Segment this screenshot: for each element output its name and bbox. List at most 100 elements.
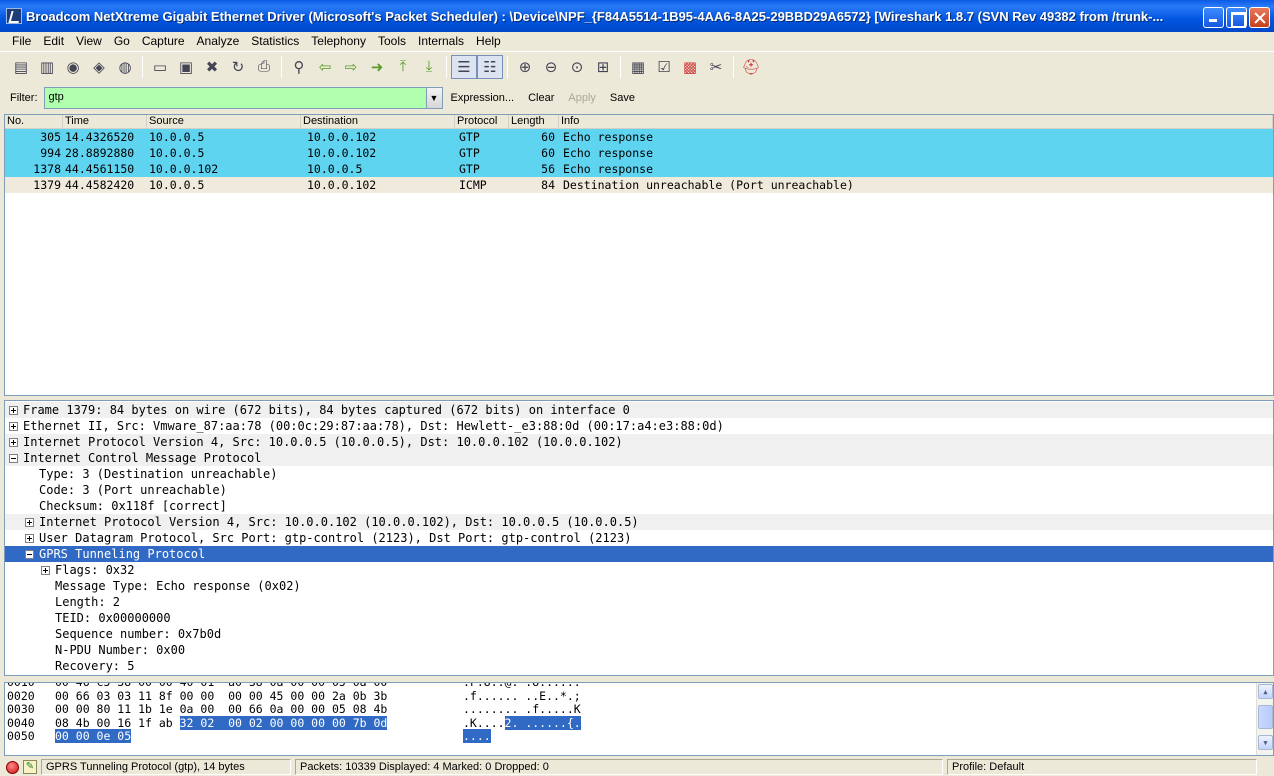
start-capture-icon[interactable]: ◉: [60, 55, 86, 79]
expand-icon[interactable]: [25, 517, 34, 527]
menu-view[interactable]: View: [70, 34, 108, 48]
filter-input[interactable]: gtp: [43, 87, 427, 109]
open-file-icon[interactable]: ▭: [147, 55, 173, 79]
detail-tree-item[interactable]: Sequence number: 0x7b0d: [5, 626, 1273, 642]
go-forward-icon[interactable]: ⇨: [338, 55, 364, 79]
detail-tree-item[interactable]: Recovery: 5: [5, 658, 1273, 674]
go-last-icon[interactable]: ⤓: [416, 55, 442, 79]
collapse-icon[interactable]: [9, 453, 18, 463]
menu-statistics[interactable]: Statistics: [245, 34, 305, 48]
detail-tree-item[interactable]: User Datagram Protocol, Src Port: gtp-co…: [5, 530, 1273, 546]
column-header-info[interactable]: Info: [559, 115, 1273, 128]
menu-go[interactable]: Go: [108, 34, 136, 48]
expand-icon[interactable]: [41, 565, 50, 575]
help-icon[interactable]: ⛑: [738, 55, 764, 79]
detail-tree-item[interactable]: Checksum: 0x118f [correct]: [5, 498, 1273, 514]
save-file-icon[interactable]: ▣: [173, 55, 199, 79]
hex-ascii[interactable]: ........ .f.....K: [463, 702, 581, 717]
go-first-icon[interactable]: ⤒: [390, 55, 416, 79]
menu-file[interactable]: File: [6, 34, 37, 48]
expand-icon[interactable]: [25, 533, 34, 543]
preferences-icon[interactable]: ✂: [703, 55, 729, 79]
zoom-in-icon[interactable]: ⊕: [512, 55, 538, 79]
packet-row[interactable]: 1378 44.4561150 10.0.0.102 10.0.0.5 GTP 56 Ech…: [5, 161, 1273, 177]
scroll-thumb[interactable]: [1258, 705, 1273, 729]
expand-icon[interactable]: [9, 437, 18, 447]
save-filter-button[interactable]: Save: [610, 92, 635, 104]
hex-bytes[interactable]: 00 00 0e 05: [55, 729, 463, 744]
hex-ascii[interactable]: ....: [463, 729, 491, 744]
packet-row[interactable]: 994 28.8892880 10.0.0.5 10.0.0.102 GTP 60 Echo…: [5, 145, 1273, 161]
detail-tree-item[interactable]: N-PDU Number: 0x00: [5, 642, 1273, 658]
hex-bytes[interactable]: 00 00 80 11 1b 1e 0a 00 00 66 0a 00 00 0…: [55, 702, 463, 717]
detail-tree-item[interactable]: Internet Protocol Version 4, Src: 10.0.0…: [5, 434, 1273, 450]
menu-internals[interactable]: Internals: [412, 34, 470, 48]
clear-button[interactable]: Clear: [528, 92, 554, 104]
auto-scroll-icon[interactable]: ☷: [477, 54, 503, 79]
scroll-down-icon[interactable]: ▼: [1258, 735, 1273, 750]
go-back-icon[interactable]: ⇦: [312, 55, 338, 79]
coloring-rules-icon[interactable]: ▩: [677, 55, 703, 79]
colorize-icon[interactable]: ☰: [451, 54, 477, 79]
column-header-destination[interactable]: Destination: [301, 115, 455, 128]
options-icon[interactable]: ▥: [34, 55, 60, 79]
expand-icon[interactable]: [9, 405, 18, 415]
find-icon[interactable]: ⚲: [286, 55, 312, 79]
stop-capture-icon[interactable]: ◈: [86, 55, 112, 79]
hex-ascii[interactable]: .K....2. ......{.: [463, 715, 581, 731]
detail-tree-item[interactable]: Internet Control Message Protocol: [5, 450, 1273, 466]
detail-tree-item[interactable]: Length: 2: [5, 594, 1273, 610]
detail-tree-item[interactable]: Message Type: Echo response (0x02): [5, 578, 1273, 594]
detail-tree-item[interactable]: GPRS Tunneling Protocol: [5, 546, 1273, 562]
menu-capture[interactable]: Capture: [136, 34, 191, 48]
resize-columns-icon[interactable]: ⊞: [590, 55, 616, 79]
reload-icon[interactable]: ↻: [225, 55, 251, 79]
column-header-source[interactable]: Source: [147, 115, 301, 128]
go-to-packet-icon[interactable]: ➜: [364, 55, 390, 79]
detail-tree-item[interactable]: Flags: 0x32: [5, 562, 1273, 578]
print-icon[interactable]: ⎙: [251, 55, 277, 79]
filter-dropdown-button[interactable]: ▼: [426, 87, 443, 109]
menu-help[interactable]: Help: [470, 34, 507, 48]
title-bar[interactable]: Broadcom NetXtreme Gigabit Ethernet Driv…: [0, 0, 1274, 32]
menu-telephony[interactable]: Telephony: [305, 34, 372, 48]
expert-info-icon[interactable]: [6, 760, 19, 774]
expand-icon[interactable]: [9, 421, 18, 431]
restart-capture-icon[interactable]: ◍: [112, 55, 138, 79]
packet-bytes-pane[interactable]: 0010 00 46 c5 38 00 00 40 01 a0 38 0a 00 …: [4, 682, 1274, 756]
column-header-length[interactable]: Length: [509, 115, 559, 128]
detail-tree-item[interactable]: Frame 1379: 84 bytes on wire (672 bits),…: [5, 402, 1273, 418]
detail-tree-item[interactable]: TEID: 0x00000000: [5, 610, 1273, 626]
hex-bytes[interactable]: 00 66 03 03 11 8f 00 00 00 00 45 00 00 2…: [55, 689, 463, 704]
status-profile[interactable]: Profile: Default: [947, 759, 1257, 775]
detail-tree-item[interactable]: Type: 3 (Destination unreachable): [5, 466, 1273, 482]
hex-bytes[interactable]: 08 4b 00 16 1f ab 32 02 00 02 00 00 00 0…: [55, 715, 463, 731]
interfaces-icon[interactable]: ▤: [8, 55, 34, 79]
detail-tree-item[interactable]: Code: 3 (Port unreachable): [5, 482, 1273, 498]
capture-comment-icon[interactable]: ✎: [23, 760, 37, 774]
apply-button[interactable]: Apply: [568, 92, 596, 104]
column-header-time[interactable]: Time: [63, 115, 147, 128]
close-button[interactable]: [1249, 7, 1270, 28]
zoom-out-icon[interactable]: ⊖: [538, 55, 564, 79]
packet-row[interactable]: 1379 44.4582420 10.0.0.5 10.0.0.102 ICMP 84 De…: [5, 177, 1273, 193]
packet-list[interactable]: No. Time Source Destination Protocol Len…: [4, 114, 1274, 396]
column-header-protocol[interactable]: Protocol: [455, 115, 509, 128]
zoom-normal-icon[interactable]: ⊙: [564, 55, 590, 79]
column-header-no[interactable]: No.: [5, 115, 63, 128]
hex-ascii[interactable]: .f...... ..E..*.;: [463, 689, 581, 704]
vertical-scrollbar[interactable]: ▲ ▼: [1256, 683, 1273, 755]
maximize-button[interactable]: [1226, 7, 1247, 28]
packet-details-pane[interactable]: Frame 1379: 84 bytes on wire (672 bits),…: [4, 400, 1274, 676]
minimize-button[interactable]: [1203, 7, 1224, 28]
capture-filters-icon[interactable]: ▦: [625, 55, 651, 79]
detail-tree-item[interactable]: Internet Protocol Version 4, Src: 10.0.0…: [5, 514, 1273, 530]
menu-tools[interactable]: Tools: [372, 34, 412, 48]
collapse-icon[interactable]: [25, 549, 34, 559]
scroll-up-icon[interactable]: ▲: [1258, 684, 1273, 699]
menu-edit[interactable]: Edit: [37, 34, 70, 48]
close-file-icon[interactable]: ✖: [199, 55, 225, 79]
packet-row[interactable]: 305 14.4326520 10.0.0.5 10.0.0.102 GTP 60 Echo…: [5, 129, 1273, 145]
expression-button[interactable]: Expression...: [451, 92, 515, 104]
detail-tree-item[interactable]: Ethernet II, Src: Vmware_87:aa:78 (00:0c…: [5, 418, 1273, 434]
